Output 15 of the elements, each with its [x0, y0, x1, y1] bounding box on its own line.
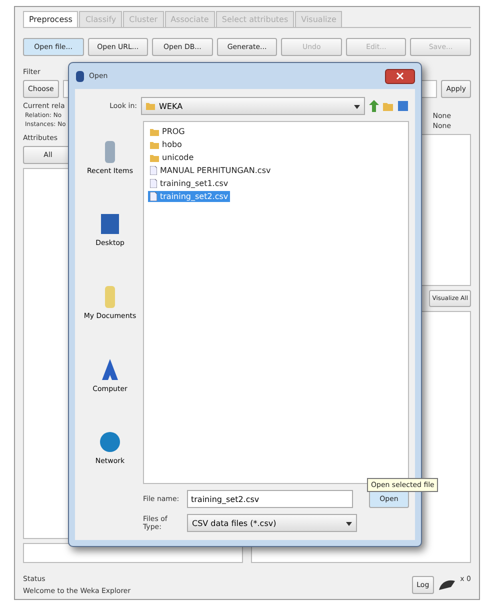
file-item[interactable]: MANUAL PERHITUNGAN.csv — [148, 165, 273, 176]
tab[interactable]: Preprocess — [23, 11, 78, 27]
file-name-field[interactable]: training_set2.csv — [187, 490, 353, 508]
close-button[interactable] — [385, 68, 415, 84]
close-icon — [396, 72, 404, 80]
file-item[interactable]: unicode — [148, 152, 196, 163]
file-item[interactable]: training_set1.csv — [148, 178, 230, 189]
caret-icon — [346, 522, 352, 526]
look-in-dropdown[interactable]: WEKA — [141, 97, 365, 115]
file-type-dropdown[interactable]: CSV data files (*.csv) — [187, 514, 357, 532]
file-item[interactable]: hobo — [148, 139, 184, 150]
folder-icon — [146, 102, 155, 110]
up-folder-icon[interactable] — [369, 100, 379, 112]
file-item[interactable]: PROG — [148, 126, 187, 137]
caret-icon — [354, 104, 360, 108]
